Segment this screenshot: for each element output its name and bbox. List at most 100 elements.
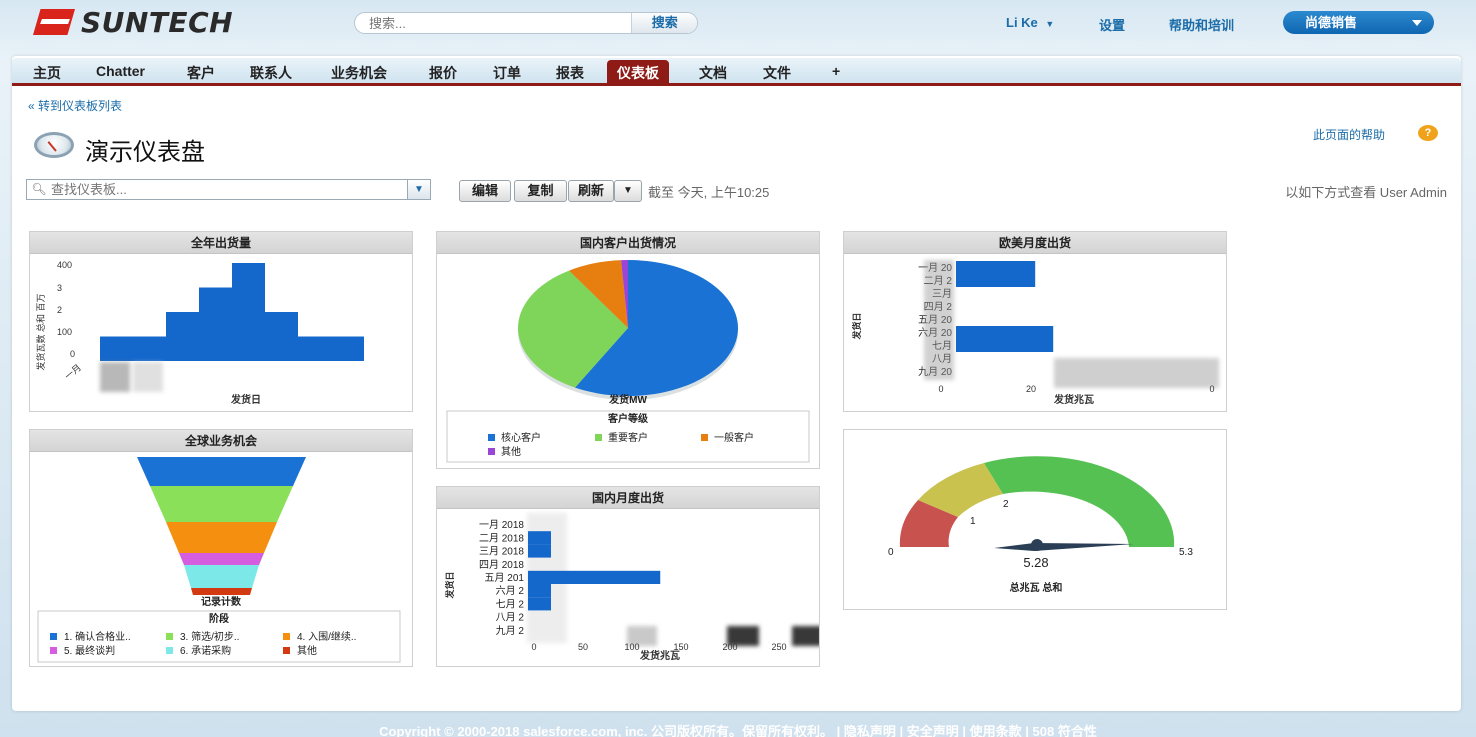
dashboard-search-input[interactable] (51, 180, 407, 199)
blur-block (1054, 358, 1219, 388)
add-tab-icon[interactable]: + (832, 63, 840, 79)
dashboard-gauge-icon (34, 132, 74, 158)
view-as-label: 以如下方式查看 User Admin (1285, 185, 1447, 200)
user-menu[interactable]: Li Ke ▼ (1006, 15, 1054, 30)
x-tick: 200 (722, 642, 737, 652)
annual-shipment-component[interactable]: 全年出货量 发货瓦数 总和 百万 400 3 2 100 0 一月 发货日 (29, 231, 413, 412)
tab-documents[interactable]: 文档 (699, 63, 727, 83)
legend-swatch (50, 633, 57, 640)
bar (956, 326, 1054, 339)
legend-swatch (488, 448, 495, 455)
chevron-down-icon[interactable]: ▼ (407, 180, 430, 199)
x-tick: 0 (938, 384, 943, 394)
tab-bar: 主页 Chatter 客户 联系人 业务机会 报价 订单 报表 仪表板 文档 文… (12, 58, 1461, 86)
search-icon: 🔍︎ (31, 182, 47, 196)
refresh-button[interactable]: 刷新 (568, 180, 614, 202)
x-axis-label: 发货兆瓦 (1053, 393, 1094, 406)
tab-contacts[interactable]: 联系人 (250, 63, 292, 83)
legend-title: 阶段 (209, 612, 229, 625)
x-tick: 20 (1026, 384, 1036, 394)
funnel-stage-4 (166, 522, 277, 553)
x-tick: 0 (531, 642, 536, 652)
tab-orders[interactable]: 订单 (493, 63, 521, 83)
508-link[interactable]: 508 符合性 (1033, 724, 1097, 737)
gauge-label: 总兆瓦 总和 (1010, 581, 1063, 594)
bar (100, 336, 133, 361)
bar (133, 336, 166, 361)
chevron-down-icon: ▼ (1045, 19, 1055, 29)
tab-dashboards[interactable]: 仪表板 (607, 60, 669, 86)
clone-button[interactable]: 复制 (514, 180, 567, 202)
domestic-customers-component[interactable]: 国内客户出货情况 发货MW 客户等级 核心客户 重要客户 一般客户 其他 (436, 231, 820, 469)
category-label: 六月 2 (496, 585, 525, 597)
gauge-band-green (984, 456, 1175, 547)
tab-quotes[interactable]: 报价 (429, 63, 457, 83)
terms-link[interactable]: 使用条款 (970, 724, 1022, 737)
gauge-value: 5.28 (1023, 555, 1048, 570)
x-tick: 100 (624, 642, 639, 652)
back-to-dashboards-link[interactable]: « 转到仪表板列表 (28, 97, 122, 114)
eu-us-monthly-component[interactable]: 欧美月度出货 发货日 一月 20 二月 2 三月 四月 2 五月 20 六月 20 七月 八月… (843, 231, 1227, 412)
category-label: 五月 201 (485, 572, 525, 584)
legend-swatch (283, 647, 290, 654)
component-title: 全年出货量 (30, 232, 412, 254)
bar (956, 339, 1054, 352)
component-title: 欧美月度出货 (844, 232, 1226, 254)
category-label: 二月 2018 (479, 532, 524, 544)
gauge-component[interactable]: 0 5.3 1 2 5.28 总兆瓦 总和 (843, 429, 1227, 610)
legend-item: 5. 最终谈判 (64, 644, 115, 657)
category-label: 八月 2 (496, 612, 525, 624)
y-tick: 0 (70, 349, 75, 359)
domestic-monthly-chart: 发货日 一月 2018二月 2018 三月 2018四月 2018五月 201六月… (444, 513, 819, 662)
domestic-monthly-component[interactable]: 国内月度出货 发货日 一月 2018 二月 2018 三月 2018 四月 2018 五… (436, 486, 820, 667)
gauge-chart: 0 5.3 1 2 5.28 总兆瓦 总和 (888, 456, 1193, 594)
gauge-needle (994, 543, 1134, 551)
suntech-logo[interactable]: SUNTECH (33, 6, 233, 39)
y-tick: 2 (57, 305, 62, 315)
as-of-timestamp: 截至 今天, 上午10:25 (648, 185, 770, 200)
category-label: 三月 2018 (479, 546, 524, 558)
x-axis-label: 发货日 (230, 393, 261, 406)
legend-swatch (166, 633, 173, 640)
annual-shipment-chart: 发货瓦数 总和 百万 400 3 2 100 0 一月 发货日 (35, 260, 364, 406)
gauge-min: 0 (888, 547, 894, 558)
gauge-tick: 1 (970, 516, 976, 527)
copyright-text: Copyright © 2000-2018 salesforce.com, in… (379, 724, 844, 737)
app-switcher[interactable]: 尚德销售 (1283, 11, 1434, 34)
privacy-link[interactable]: 隐私声明 (844, 724, 896, 737)
bar (166, 312, 199, 361)
bar (528, 597, 551, 611)
category-label: 七月 2 (496, 598, 525, 610)
legend-swatch (283, 633, 290, 640)
tab-opportunities[interactable]: 业务机会 (331, 63, 387, 83)
tab-home[interactable]: 主页 (33, 63, 61, 83)
setup-link[interactable]: 设置 (1099, 15, 1125, 34)
edit-button[interactable]: 编辑 (459, 180, 511, 202)
category-label: 四月 2018 (479, 559, 524, 571)
help-icon[interactable]: ? (1418, 125, 1438, 141)
legend-swatch (488, 434, 495, 441)
bar (528, 531, 551, 545)
page-help-link[interactable]: 此页面的帮助 (1313, 126, 1385, 143)
funnel-stage-6 (184, 565, 259, 588)
legend-item: 1. 确认合格业.. (64, 630, 131, 643)
search-input[interactable] (355, 13, 632, 33)
funnel-stage-3 (150, 486, 293, 522)
bar (956, 274, 1036, 287)
tab-chatter[interactable]: Chatter (96, 63, 145, 79)
blur-block (100, 362, 130, 392)
bar (232, 263, 265, 361)
tab-files[interactable]: 文件 (763, 63, 791, 83)
security-link[interactable]: 安全声明 (907, 724, 959, 737)
y-axis-label: 发货瓦数 总和 百万 (35, 293, 46, 370)
logo-mark-icon (33, 9, 75, 35)
global-opportunities-component[interactable]: 全球业务机会 记录计数 阶段 1. 确认合格业.. 3. 筛选/初步.. 4. … (29, 429, 413, 667)
tab-reports[interactable]: 报表 (556, 63, 584, 83)
refresh-menu-button[interactable]: ▼ (614, 180, 642, 202)
x-axis-label: 发货兆瓦 (639, 649, 680, 662)
funnel-stage-other (191, 588, 252, 595)
search-button[interactable]: 搜索 (631, 13, 697, 33)
tab-accounts[interactable]: 客户 (187, 63, 215, 83)
help-training-link[interactable]: 帮助和培训 (1169, 15, 1234, 34)
funnel-stage-5 (179, 553, 264, 565)
